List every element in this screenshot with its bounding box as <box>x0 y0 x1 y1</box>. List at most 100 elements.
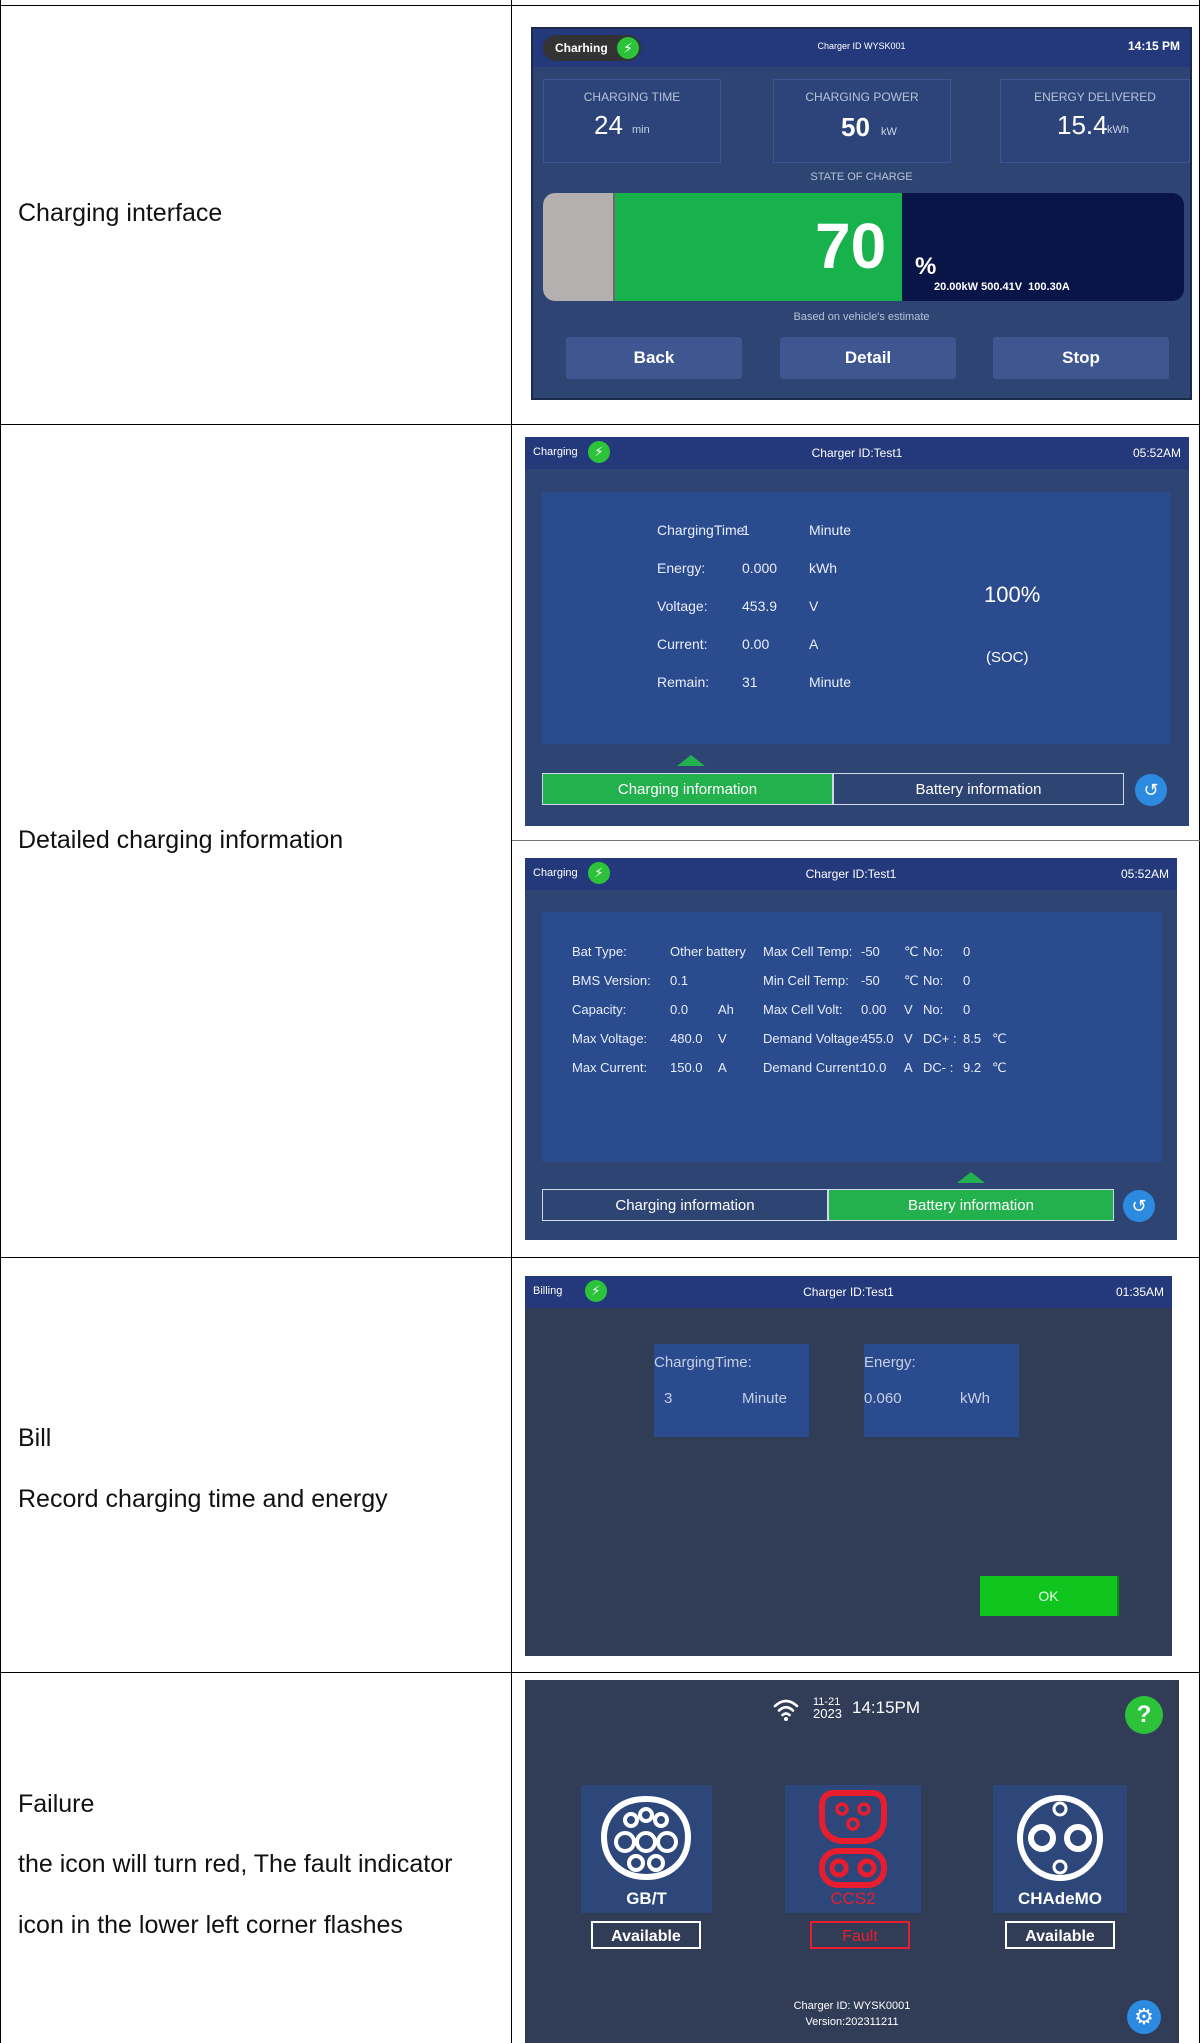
table-column-divider <box>511 0 512 2043</box>
battery-info-value: 455.0 <box>861 1031 894 1046</box>
battery-info-unit: ℃ <box>992 1031 1007 1046</box>
battery-info-unit: V <box>718 1031 727 1046</box>
table-divider <box>0 1257 1200 1258</box>
version: Version:202311211 <box>805 2016 899 2028</box>
help-icon[interactable]: ? <box>1125 1696 1163 1734</box>
row-label-failure: Failure <box>18 1790 95 1818</box>
energy-delivered-card: ENERGY DELIVERED 15.4 kWh <box>1000 79 1190 163</box>
charging-info-unit: kWh <box>809 560 837 576</box>
charging-info-value: 1 <box>742 522 750 538</box>
card-label: ENERGY DELIVERED <box>1034 90 1156 104</box>
energy-box: Energy: 0.060 kWh <box>864 1344 1019 1437</box>
charging-info-panel: ChargingTime: 1 Minute Energy: 0.000 kWh Volta… <box>542 492 1170 744</box>
soc-bar: 70 % 20.00kW 500.41V 100.30A <box>543 193 1184 301</box>
charging-time-value: 3 <box>664 1390 673 1407</box>
connector-status-chademo: Available <box>1005 1921 1115 1949</box>
charging-info-label: Energy: <box>657 560 706 576</box>
battery-info-unit: Ah <box>718 1002 734 1017</box>
card-value: 24 <box>594 110 623 140</box>
charger-id: Charger ID: WYSK0001 <box>793 2000 911 2012</box>
soc-label: STATE OF CHARGE <box>810 171 913 183</box>
battery-info-unit: ℃ <box>904 944 919 959</box>
battery-info-label: BMS Version: <box>572 973 651 988</box>
tab-battery-information[interactable]: Battery information <box>833 773 1124 805</box>
table-divider <box>0 1672 1200 1673</box>
charging-info-unit: Minute <box>809 522 852 538</box>
battery-info-label: Min Cell Temp: <box>763 973 849 988</box>
return-icon[interactable]: ↺ <box>1135 774 1167 806</box>
soc-bar-reserve <box>543 193 615 301</box>
battery-info-value: 480.0 <box>670 1031 703 1046</box>
row-label-detailed-info: Detailed charging information <box>18 826 344 854</box>
battery-info-value: Other battery <box>670 944 746 959</box>
battery-info-value: 150.0 <box>670 1060 703 1075</box>
connector-name: CHAdeMO <box>1017 1889 1103 1908</box>
battery-info-label: Capacity: <box>572 1002 627 1017</box>
electrical-readings: 20.00kW 500.41V 100.30A <box>934 281 1070 293</box>
battery-info-label: Max Cell Temp: <box>763 944 853 959</box>
tab-charging-information[interactable]: Charging information <box>542 1189 828 1221</box>
battery-info-value: 0 <box>963 944 971 959</box>
charging-time-unit: Minute <box>742 1390 788 1407</box>
charger-id: Charger ID:Test1 <box>803 1285 894 1299</box>
charging-info-unit: V <box>809 598 819 614</box>
tab-charging-information[interactable]: Charging information <box>542 773 833 805</box>
return-icon[interactable]: ↺ <box>1123 1190 1155 1222</box>
date: 11-21 2023 <box>813 1696 842 1720</box>
battery-info-value: 9.2 <box>963 1060 982 1075</box>
table-border-top <box>0 5 1200 6</box>
connector-card-ccs2[interactable]: CCS2 <box>785 1785 921 1913</box>
ccs2-connector-icon <box>819 1790 887 1888</box>
charging-info-label: Current: <box>657 636 708 652</box>
connector-card-chademo[interactable]: CHAdeMO <box>993 1785 1127 1913</box>
active-tab-indicator <box>957 1172 985 1183</box>
status-bar: Charging ⚡ Charger ID:Test1 05:52AM <box>525 437 1189 469</box>
battery-info-label: DC+ : <box>923 1031 957 1046</box>
battery-info-value: 0.0 <box>670 1002 689 1017</box>
chademo-connector-icon <box>1017 1795 1103 1881</box>
battery-info-unit: V <box>904 1031 913 1046</box>
card-unit: kW <box>881 126 897 138</box>
back-button[interactable]: Back <box>566 337 742 379</box>
ok-button[interactable]: OK <box>980 1576 1119 1616</box>
battery-info-value: 0.00 <box>861 1002 887 1017</box>
estimate-note: Based on vehicle's estimate <box>793 311 930 323</box>
charging-info-value: 453.9 <box>742 598 778 614</box>
row-label-failure-description-1: the icon will turn red, The fault indica… <box>18 1850 453 1878</box>
connector-card-gbt[interactable]: GB/T <box>581 1785 712 1913</box>
clock: 05:52AM <box>1132 446 1181 460</box>
battery-info-label: Max Cell Volt: <box>763 1002 843 1017</box>
battery-info-unit: V <box>904 1002 913 1017</box>
soc-unit: % <box>915 253 937 280</box>
battery-info-value: 8.5 <box>963 1031 982 1046</box>
battery-info-label: No: <box>923 973 944 988</box>
status-bar: Charging ⚡ Charger ID:Test1 05:52AM <box>525 858 1177 890</box>
stop-button[interactable]: Stop <box>993 337 1169 379</box>
battery-info-label: Max Current: <box>572 1060 648 1075</box>
card-value: 15.4 <box>1057 110 1108 140</box>
clock: 14:15PM <box>852 1698 921 1717</box>
battery-info-unit: A <box>718 1060 727 1075</box>
wifi-icon <box>772 1696 800 1724</box>
charging-time-card: CHARGING TIME 24 min <box>543 79 721 163</box>
battery-info-label: DC- : <box>923 1060 954 1075</box>
tab-battery-information[interactable]: Battery information <box>828 1189 1114 1221</box>
charger-id: Charger ID:Test1 <box>811 446 903 460</box>
battery-info-label: Max Voltage: <box>572 1031 648 1046</box>
connector-status-gbt: Available <box>591 1921 701 1949</box>
charging-power-card: CHARGING POWER 50 kW <box>773 79 951 163</box>
row-label-bill-description: Record charging time and energy <box>18 1485 388 1513</box>
battery-info-value: 0 <box>963 1002 971 1017</box>
clock: 05:52AM <box>1120 867 1169 881</box>
settings-gear-icon[interactable]: ⚙ <box>1127 2000 1161 2034</box>
battery-info-label: No: <box>923 1002 944 1017</box>
charging-info-label: Voltage: <box>657 598 708 614</box>
detail-button[interactable]: Detail <box>780 337 956 379</box>
energy-unit: kWh <box>960 1390 990 1407</box>
charger-id: Charger ID WYSK001 <box>817 41 906 51</box>
battery-info-value: 10.0 <box>861 1060 887 1075</box>
clock: 01:35AM <box>1115 1285 1164 1299</box>
card-unit: kWh <box>1107 124 1129 136</box>
charging-info-unit: Minute <box>809 674 852 690</box>
date-year: 2023 <box>813 1706 842 1721</box>
